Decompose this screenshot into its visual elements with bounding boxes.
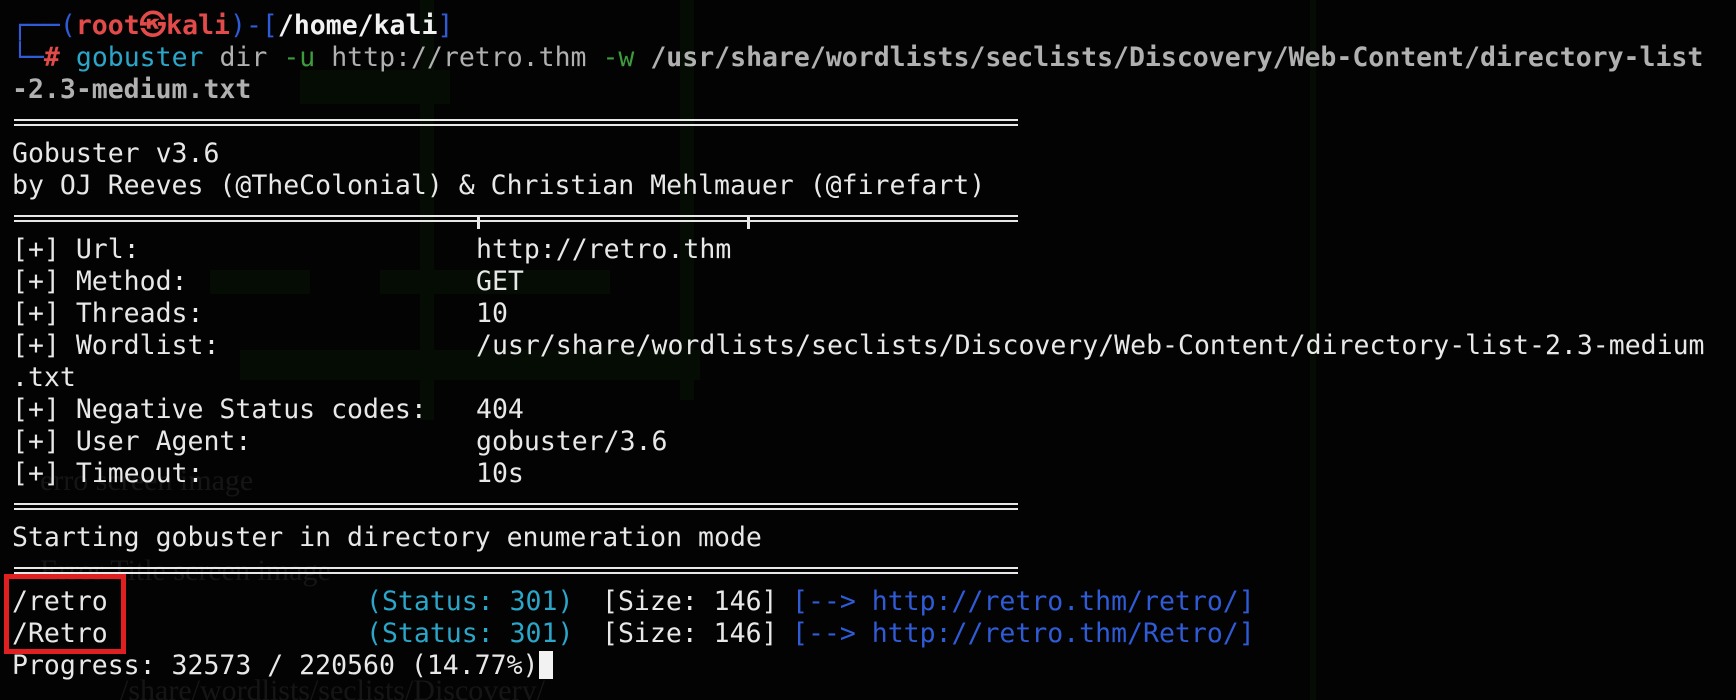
prompt-host: kali	[166, 10, 230, 41]
command-name: gobuster	[75, 42, 204, 73]
config-row: [+] Method: GET	[12, 266, 1732, 298]
config-label: [+] Threads:	[12, 298, 204, 329]
result-redirect[interactable]: [--> http://retro.thm/Retro/]	[792, 618, 1255, 650]
result-size: [Size: 146]	[602, 586, 778, 617]
config-value: 404	[476, 394, 524, 425]
highlight-box	[4, 574, 126, 654]
config-row: [+] Wordlist: /usr/share/wordlists/seclis…	[12, 330, 1732, 362]
prompt-bracket-close: ]	[437, 10, 454, 41]
config-value: 10	[476, 298, 508, 329]
command-line: └─# gobuster dir -u http://retro.thm -w …	[12, 42, 1732, 74]
result-status: (Status: 301)	[366, 618, 574, 649]
config-label: [+] Negative Status codes:	[12, 394, 427, 425]
config-value: GET	[476, 266, 524, 297]
separator-rule	[12, 202, 1732, 234]
command-arg: dir	[219, 42, 268, 73]
config-value: 10s	[476, 458, 524, 489]
config-row: [+] Timeout: 10s	[12, 458, 1732, 490]
status-message: Starting gobuster in directory enumerati…	[12, 522, 762, 553]
config-label: [+] Method:	[12, 266, 188, 297]
config-value: http://retro.thm	[476, 234, 732, 265]
command-flag-w: -w	[602, 42, 635, 73]
result-row: /Retro (Status: 301) [Size: 146] [--> http:…	[12, 618, 1732, 650]
prompt-paren-open: (	[59, 10, 76, 41]
config-label: [+] Timeout:	[12, 458, 204, 489]
separator-rule	[12, 554, 1732, 586]
config-value: gobuster/3.6	[476, 426, 668, 457]
config-label: [+] User Agent:	[12, 426, 252, 457]
prompt-line-1: ┌──(root㉿kali)-[/home/kali]	[12, 10, 1732, 42]
prompt-paren-close: )-[	[230, 10, 278, 41]
separator-rule	[12, 490, 1732, 522]
result-size: [Size: 146]	[602, 618, 778, 649]
config-label: [+] Url:	[12, 234, 140, 265]
command-url: http://retro.thm	[331, 42, 587, 73]
result-status: (Status: 301)	[366, 586, 574, 617]
prompt-corner-bottom: └─	[12, 42, 44, 73]
config-row: [+] Url: http://retro.thm	[12, 234, 1732, 266]
command-wordlist: /usr/share/wordlists/seclists/Discovery/…	[650, 42, 1704, 73]
config-row: [+] Threads: 10	[12, 298, 1732, 330]
prompt-user: root	[75, 10, 140, 41]
result-row: /retro (Status: 301) [Size: 146] [--> http:…	[12, 586, 1732, 618]
banner-authors: by OJ Reeves (@TheColonial) & Christian …	[12, 170, 986, 201]
prompt-hash: #	[43, 42, 60, 73]
config-value-wrap: .txt	[12, 362, 76, 393]
banner-version: Gobuster v3.6	[12, 138, 220, 169]
prompt-corner-top: ┌──	[12, 10, 60, 41]
prompt-separator: ㉿	[139, 10, 167, 41]
progress-text: Progress: 32573 / 220560 (14.77%)	[12, 650, 539, 681]
config-row: [+] Negative Status codes: 404	[12, 394, 1732, 426]
prompt-cwd: /home/kali	[277, 10, 438, 41]
separator-rule	[12, 106, 1732, 138]
progress-line: Progress: 32573 / 220560 (14.77%)	[12, 650, 1732, 682]
terminal-cursor	[538, 651, 553, 679]
result-redirect[interactable]: [--> http://retro.thm/retro/]	[792, 586, 1255, 618]
command-wordlist-wrap: -2.3-medium.txt	[12, 74, 252, 105]
config-label: [+] Wordlist:	[12, 330, 220, 361]
config-row: [+] User Agent: gobuster/3.6	[12, 426, 1732, 458]
terminal[interactable]: ┌──(root㉿kali)-[/home/kali] └─# gobuster…	[12, 10, 1732, 682]
config-value: /usr/share/wordlists/seclists/Discovery/…	[476, 330, 1705, 361]
command-flag-u: -u	[283, 42, 316, 73]
